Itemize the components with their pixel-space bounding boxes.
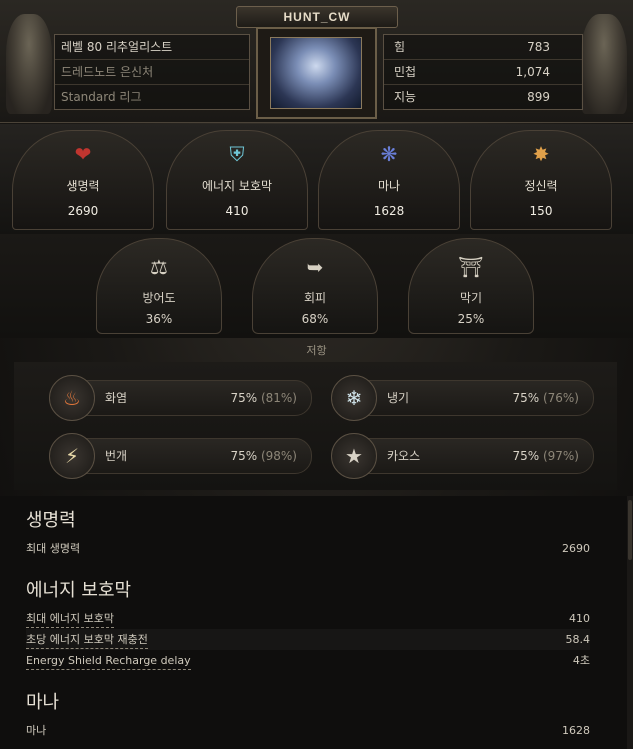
stat-energy-shield[interactable]: ⛨ 에너지 보호막 410 [166,130,308,230]
ascendancy-label: 드레드노트 은신처 [55,60,249,85]
level-class: 레벨 80 리추얼리스트 [55,35,249,60]
stat-block[interactable]: ⛩ 막기 25% [408,238,534,334]
detail-row[interactable]: 최대 생명력 2690 [26,538,590,559]
detail-row[interactable]: 초당 에너지 보호막 재충전 58.4 [26,629,590,650]
resistance-lightning[interactable]: ⚡ 번개 75% (98%) [49,433,312,479]
stat-value: 1628 [373,204,405,218]
detail-value: 58.4 [565,633,591,646]
energy-shield-icon: ⛨ [229,142,245,166]
detail-row[interactable]: 마나 1628 [26,720,590,741]
stat-label: 방어도 [142,291,176,305]
resistance-current: 75% [230,391,258,405]
armour-icon: ⚖ [150,255,168,279]
attribute-value: 1,074 [515,65,550,79]
stat-spirit[interactable]: ✸ 정신력 150 [470,130,612,230]
attribute-label: 민첩 [394,65,417,79]
resistance-cold[interactable]: ❄ 냉기 75% (76%) [331,375,594,421]
statue-right-decoration [581,14,627,114]
details-scrollbar[interactable] [627,496,633,749]
character-portrait [270,37,362,109]
stat-value: 25% [457,312,485,326]
scrollbar-thumb[interactable] [628,500,632,560]
stat-label: 생명력 [66,179,100,193]
fire-icon: ♨ [49,375,95,421]
section-title-energy-shield: 에너지 보호막 [26,580,132,601]
resistance-label: 번개 [105,449,128,463]
attribute-strength[interactable]: 힘 783 [384,35,582,60]
resistance-value: 75% (81%) [230,381,297,415]
stat-value: 68% [301,312,329,326]
character-header: HUNT_CW 레벨 80 리추얼리스트 드레드노트 은신처 Standard … [0,0,633,123]
character-panel: HUNT_CW 레벨 80 리추얼리스트 드레드노트 은신처 Standard … [0,0,633,749]
statue-left-decoration [6,14,52,114]
spirit-icon: ✸ [532,142,550,166]
resistance-max: (98%) [260,449,297,463]
attribute-label: 힘 [394,40,406,54]
resistance-chaos[interactable]: ★ 카오스 75% (97%) [331,433,594,479]
attribute-intelligence[interactable]: 지능 899 [384,85,582,109]
stat-label: 정신력 [524,179,558,193]
stat-label: 마나 [377,179,401,193]
detail-value: 4초 [572,654,590,667]
resistance-label: 냉기 [387,391,410,405]
resistance-fire[interactable]: ♨ 화염 75% (81%) [49,375,312,421]
stat-label: 에너지 보호막 [201,179,273,193]
attribute-value: 899 [527,90,550,104]
league-label: Standard 리그 [61,90,142,104]
stat-details-list: 생명력 최대 생명력 2690 에너지 보호막 최대 에너지 보호막 410 초… [0,496,633,749]
detail-label: Energy Shield Recharge delay [26,652,191,670]
portrait-frame [256,27,377,119]
stat-value: 150 [529,204,553,218]
section-title-life: 생명력 [26,510,76,531]
resistance-value: 75% (97%) [512,439,579,473]
resistance-max: (76%) [542,391,579,405]
attribute-dexterity[interactable]: 민첩 1,074 [384,60,582,85]
resistance-current: 75% [230,449,258,463]
detail-value: 2690 [562,542,590,555]
detail-label: 최대 생명력 [26,542,81,555]
detail-value: 1628 [562,724,590,737]
detail-row[interactable]: 최대 에너지 보호막 410 [26,608,590,629]
section-title-mana: 마나 [26,692,60,713]
stat-label: 회피 [303,291,327,305]
attribute-value: 783 [527,40,550,54]
character-name: HUNT_CW [236,6,398,28]
resistance-max: (81%) [260,391,297,405]
stat-armour[interactable]: ⚖ 방어도 36% [96,238,222,334]
resistance-value: 75% (76%) [512,381,579,415]
evasion-icon: ➥ [306,255,324,279]
detail-row[interactable]: Energy Shield Recharge delay 4초 [26,650,590,671]
cold-icon: ❄ [331,375,377,421]
detail-value: 410 [569,612,590,625]
resistance-current: 75% [512,449,540,463]
stat-life[interactable]: ❤ 생명력 2690 [12,130,154,230]
stat-label: 막기 [459,291,483,305]
resistance-max: (97%) [542,449,579,463]
detail-label: 초당 에너지 보호막 재충전 [26,631,148,649]
stat-value: 410 [225,204,249,218]
resistances-area: ♨ 화염 75% (81%) ❄ 냉기 75% (76%) ⚡ 번개 75% (… [14,362,617,490]
detail-label: 마나 [26,724,47,737]
attributes-box: 힘 783 민첩 1,074 지능 899 [383,34,583,110]
resistances-title: 저항 [306,344,327,357]
resistance-label: 카오스 [387,449,421,463]
stat-evasion[interactable]: ➥ 회피 68% [252,238,378,334]
primary-stats-row: ❤ 생명력 2690 ⛨ 에너지 보호막 410 ❋ 마나 1628 ✸ 정신력… [0,124,633,234]
block-icon: ⛩ [458,255,484,279]
resistance-label: 화염 [105,391,128,405]
character-info-box: 레벨 80 리추얼리스트 드레드노트 은신처 Standard 리그 [54,34,250,110]
heart-icon: ❤ [74,142,92,166]
lightning-icon: ⚡ [49,433,95,479]
stat-value: 36% [145,312,173,326]
resistance-value: 75% (98%) [230,439,297,473]
detail-label: 최대 에너지 보호막 [26,610,114,628]
mana-icon: ❋ [380,142,398,166]
stat-value: 2690 [67,204,99,218]
chaos-icon: ★ [331,433,377,479]
attribute-label: 지능 [394,90,417,104]
stat-mana[interactable]: ❋ 마나 1628 [318,130,460,230]
resistance-current: 75% [512,391,540,405]
defence-stats-row: ⚖ 방어도 36% ➥ 회피 68% ⛩ 막기 25% [0,234,633,338]
